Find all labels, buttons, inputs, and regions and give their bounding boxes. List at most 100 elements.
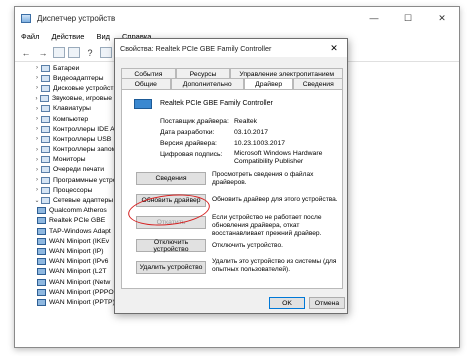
tree-category[interactable]: › Дисковые устройства (15, 83, 127, 93)
uninstall-device-description: Удалить это устройство из системы (для о… (212, 258, 337, 273)
device-manager-icon (21, 13, 31, 23)
tab-row-2: Общие Дополнительно Драйвер Сведения (121, 78, 344, 90)
forward-arrow-icon[interactable]: → (36, 46, 50, 60)
update-driver-description: Обновить драйвер для этого устройства. (212, 196, 338, 203)
chevron-right-icon[interactable]: › (33, 75, 41, 81)
chevron-right-icon[interactable]: › (33, 136, 41, 142)
network-adapter-icon (37, 288, 46, 296)
uninstall-device-button[interactable]: Удалить устройство (136, 261, 206, 274)
tree-category[interactable]: › Программные устройс (15, 175, 127, 185)
help-icon[interactable]: ? (83, 46, 97, 60)
network-adapter-icon (37, 258, 46, 266)
driver-provider-label: Поставщик драйвера: (160, 118, 229, 125)
dialog-title-bar: Свойства: Realtek PCIe GBE Family Contro… (115, 39, 347, 57)
network-adapter-icon (37, 298, 46, 306)
network-adapter-icon (37, 207, 46, 215)
tree-device[interactable]: Realtek PCIe GBE (15, 216, 127, 226)
tree-item-label: WAN Miniport (Netw (49, 278, 111, 286)
device-category-icon (40, 95, 50, 103)
device-category-icon (41, 115, 50, 123)
tree-item-label: Клавиатуры (53, 105, 91, 113)
tree-category[interactable]: › Компьютер (15, 114, 127, 124)
tree-category[interactable]: › Батареи (15, 63, 127, 73)
tree-device[interactable]: WAN Miniport (IP) (15, 246, 127, 256)
tree-item-label: WAN Miniport (PPTP) (49, 298, 115, 306)
digital-signer-value: Microsoft Windows Hardware Compatibility… (234, 150, 323, 165)
network-adapter-icon (37, 237, 46, 245)
device-category-icon (41, 197, 50, 205)
device-category-icon (41, 176, 50, 184)
dialog-close-button[interactable]: ✕ (321, 39, 347, 57)
tree-device[interactable]: WAN Miniport (PPTP) (15, 297, 127, 307)
tree-device[interactable]: WAN Miniport (IKEv (15, 236, 127, 246)
device-tree: › Батареи › Видеоадаптеры › Дисковые устройст… (15, 63, 127, 347)
chevron-down-icon[interactable]: ⌄ (33, 197, 41, 204)
disable-device-description: Отключить устройство. (212, 242, 283, 249)
tree-category[interactable]: › Мониторы (15, 155, 127, 165)
tree-category[interactable]: › Процессоры (15, 185, 127, 195)
properties-view-icon[interactable] (53, 47, 65, 58)
tree-category[interactable]: › Контроллеры IDE ATA/ (15, 124, 127, 134)
network-adapter-icon (37, 227, 46, 235)
show-properties-icon[interactable] (68, 47, 80, 58)
chevron-right-icon[interactable]: › (33, 96, 40, 102)
tab-advanced[interactable]: Дополнительно (170, 78, 244, 89)
device-category-icon (41, 186, 50, 194)
properties-dialog: Свойства: Realtek PCIe GBE Family Contro… (114, 38, 348, 314)
driver-tab-panel: Realtek PCIe GBE Family Controller Поста… (121, 89, 343, 289)
tree-device[interactable]: WAN Miniport (L2T (15, 267, 127, 277)
chevron-right-icon[interactable]: › (33, 126, 41, 132)
chevron-right-icon[interactable]: › (33, 85, 41, 91)
close-button[interactable]: ✕ (425, 7, 459, 29)
tree-item-label: WAN Miniport (IPv6 (49, 258, 109, 266)
tree-item-label: Мониторы (53, 156, 86, 164)
driver-details-button[interactable]: Сведения (136, 172, 206, 185)
cancel-button[interactable]: Отмена (309, 297, 345, 309)
title-bar: Диспетчер устройств — ☐ ✕ (15, 7, 459, 29)
chevron-right-icon[interactable]: › (33, 157, 41, 163)
dialog-title: Свойства: Realtek PCIe GBE Family Contro… (120, 43, 272, 53)
minimize-button[interactable]: — (357, 7, 391, 29)
tree-category[interactable]: › Очереди печати (15, 165, 127, 175)
tab-details[interactable]: Сведения (293, 78, 344, 89)
tree-device[interactable]: TAP-Windows Adapt (15, 226, 127, 236)
chevron-right-icon[interactable]: › (33, 116, 41, 122)
menu-view[interactable]: Вид (96, 32, 110, 41)
tree-item-label: TAP-Windows Adapt (49, 227, 111, 235)
roll-back-description: Если устройство не работает после обновл… (212, 214, 322, 237)
chevron-right-icon[interactable]: › (33, 167, 41, 173)
ok-button[interactable]: OK (269, 297, 305, 309)
back-arrow-icon[interactable]: ← (19, 46, 33, 60)
chevron-right-icon[interactable]: › (33, 177, 41, 183)
tree-device[interactable]: Qualcomm Atheros (15, 206, 127, 216)
tree-item-label: WAN Miniport (IP) (49, 247, 104, 255)
tree-category[interactable]: › Видеоадаптеры (15, 73, 127, 83)
tab-general[interactable]: Общие (121, 78, 171, 89)
tree-category[interactable]: › Контроллеры запомин (15, 145, 127, 155)
tree-item-label: Процессоры (53, 186, 93, 194)
tree-category[interactable]: ⌄ Сетевые адаптеры (15, 195, 127, 205)
tree-device[interactable]: WAN Miniport (Netw (15, 277, 127, 287)
tree-item-label: Видеоадаптеры (53, 74, 104, 82)
chevron-right-icon[interactable]: › (33, 106, 41, 112)
network-adapter-icon (37, 217, 46, 225)
tree-category[interactable]: › Контроллеры USB (15, 134, 127, 144)
tree-category[interactable]: › Клавиатуры (15, 104, 127, 114)
digital-signer-label: Цифровая подпись: (160, 151, 223, 158)
tree-device[interactable]: WAN Miniport (PPPOE) (15, 287, 127, 297)
network-adapter-icon (134, 99, 152, 109)
menu-file[interactable]: Файл (21, 32, 39, 41)
scan-hardware-icon[interactable] (100, 47, 112, 58)
chevron-right-icon[interactable]: › (33, 187, 41, 193)
tree-category[interactable]: › Звуковые, игровые и ви (15, 94, 127, 104)
tree-item-label: WAN Miniport (PPPOE) (49, 288, 121, 296)
disable-device-button[interactable]: Отключить устройство (136, 239, 206, 253)
chevron-right-icon[interactable]: › (33, 65, 41, 71)
chevron-right-icon[interactable]: › (33, 147, 41, 153)
menu-action[interactable]: Действие (51, 32, 84, 41)
tree-device[interactable]: WAN Miniport (IPv6 (15, 257, 127, 267)
window-controls: — ☐ ✕ (357, 7, 459, 29)
driver-version-label: Версия драйвера: (160, 140, 217, 147)
maximize-button[interactable]: ☐ (391, 7, 425, 29)
tree-item-label: Qualcomm Atheros (49, 207, 107, 215)
